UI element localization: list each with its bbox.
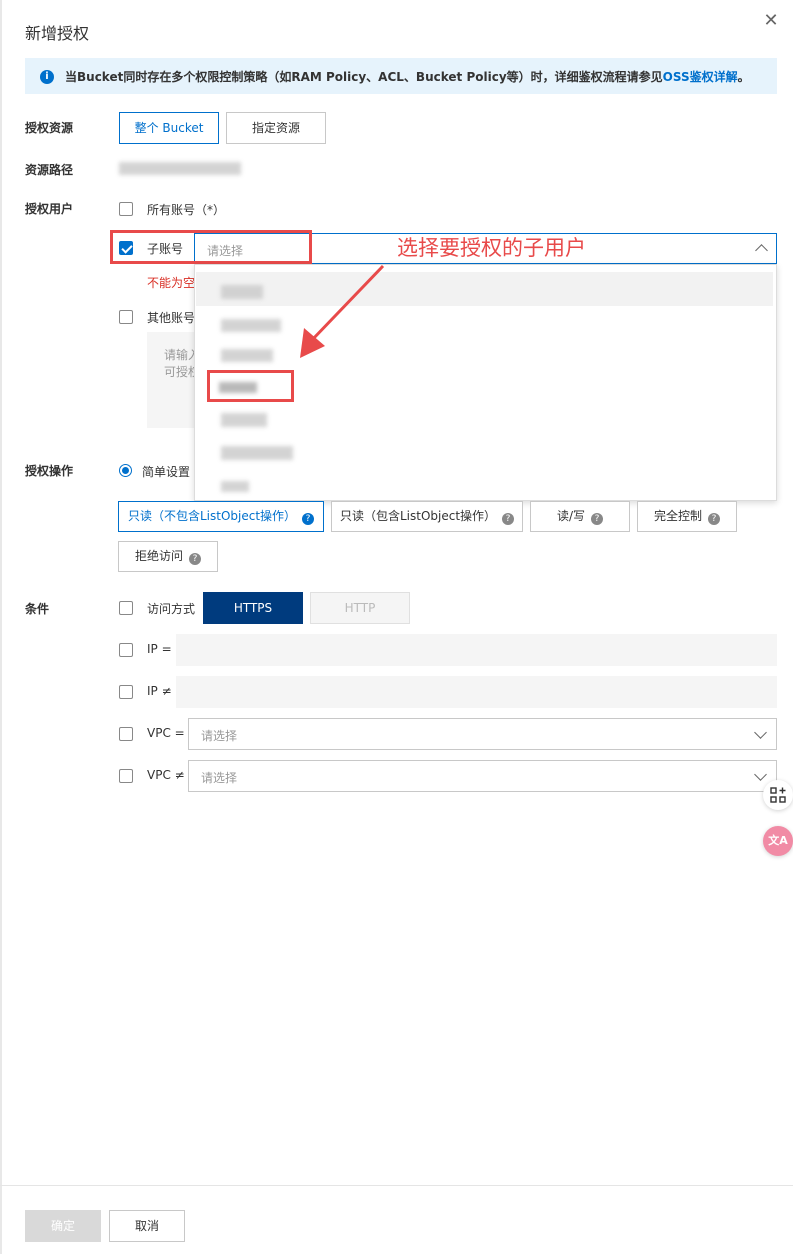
highlight-box-item	[207, 370, 294, 402]
help-icon: ?	[708, 513, 720, 525]
perm-deny-button[interactable]: 拒绝访问?	[118, 541, 218, 572]
action-label: 授权操作	[25, 464, 74, 478]
perm-read-write-button[interactable]: 读/写?	[530, 501, 630, 532]
perm-readonly-list-button[interactable]: 只读（包含ListObject操作）?	[331, 501, 523, 532]
panel-left-border	[0, 0, 2, 1254]
cancel-button[interactable]: 取消	[109, 1210, 185, 1242]
https-button[interactable]: HTTPS	[203, 592, 303, 624]
other-account-checkbox[interactable]	[119, 310, 133, 324]
http-button[interactable]: HTTP	[310, 592, 410, 624]
vpc-eq-checkbox[interactable]	[119, 727, 133, 741]
ip-ne-checkbox[interactable]	[119, 685, 133, 699]
perm-full-control-button[interactable]: 完全控制?	[637, 501, 737, 532]
resource-label: 授权资源	[25, 121, 74, 135]
vpc-ne-select[interactable]: 请选择	[188, 760, 777, 792]
dropdown-item-3[interactable]	[221, 349, 273, 362]
info-icon: i	[40, 70, 54, 84]
ip-ne-label: IP ≠	[147, 684, 172, 698]
other-account-label: 其他账号	[147, 311, 196, 325]
dropdown-item-7[interactable]	[221, 481, 249, 492]
chevron-down-icon	[754, 768, 767, 781]
annotation-text: 选择要授权的子用户	[397, 236, 586, 260]
error-message: 不能为空	[147, 276, 196, 290]
grid-tool-icon[interactable]	[763, 780, 793, 810]
chevron-down-icon	[754, 726, 767, 739]
help-icon: ?	[591, 513, 604, 525]
all-accounts-label: 所有账号（*）	[147, 203, 226, 217]
dropdown-hover-row[interactable]	[196, 272, 773, 306]
ip-eq-label: IP =	[147, 642, 172, 656]
specific-resource-button[interactable]: 指定资源	[226, 112, 326, 144]
annotation-arrow	[300, 264, 385, 358]
resource-path-label: 资源路径	[25, 163, 74, 177]
simple-setting-radio[interactable]	[119, 464, 132, 477]
vpc-ne-label: VPC ≠	[147, 768, 185, 782]
dropdown-item-5[interactable]	[221, 413, 267, 427]
help-icon: ?	[302, 513, 315, 525]
access-method-label: 访问方式	[147, 602, 196, 616]
highlight-box-select	[110, 230, 312, 264]
ip-eq-checkbox[interactable]	[119, 643, 133, 657]
info-notice: i 当Bucket同时存在多个权限控制策略（如RAM Policy、ACL、Bu…	[25, 58, 777, 94]
user-label: 授权用户	[25, 202, 74, 216]
vpc-ne-checkbox[interactable]	[119, 769, 133, 783]
help-icon: ?	[502, 513, 515, 525]
annotation-arrow-line	[310, 264, 385, 342]
dialog-title: 新增授权	[25, 24, 90, 43]
whole-bucket-button[interactable]: 整个 Bucket	[119, 112, 219, 144]
dropdown-item-6[interactable]	[221, 446, 293, 460]
perm-readonly-no-list-button[interactable]: 只读（不包含ListObject操作）?	[118, 501, 324, 532]
access-method-checkbox[interactable]	[119, 601, 133, 615]
ip-ne-input[interactable]	[176, 676, 777, 708]
grid-tool-svg	[770, 787, 786, 803]
condition-label: 条件	[25, 602, 50, 616]
close-icon[interactable]: ✕	[762, 12, 780, 30]
translate-icon[interactable]: 文A	[763, 826, 793, 856]
notice-text: 当Bucket同时存在多个权限控制策略（如RAM Policy、ACL、Buck…	[65, 70, 750, 84]
chevron-up-icon	[755, 244, 768, 257]
oss-auth-link[interactable]: OSS鉴权详解	[663, 70, 738, 84]
ip-eq-input[interactable]	[176, 634, 777, 666]
simple-setting-label: 简单设置	[142, 465, 191, 479]
all-accounts-checkbox[interactable]	[119, 202, 133, 216]
help-icon: ?	[189, 553, 201, 565]
confirm-button[interactable]: 确定	[25, 1210, 101, 1242]
dropdown-item-1[interactable]	[221, 285, 263, 299]
vpc-eq-select[interactable]: 请选择	[188, 718, 777, 750]
dropdown-item-2[interactable]	[221, 319, 281, 332]
resource-path-value	[119, 162, 241, 175]
footer-divider	[0, 1185, 793, 1186]
vpc-eq-label: VPC =	[147, 726, 185, 740]
